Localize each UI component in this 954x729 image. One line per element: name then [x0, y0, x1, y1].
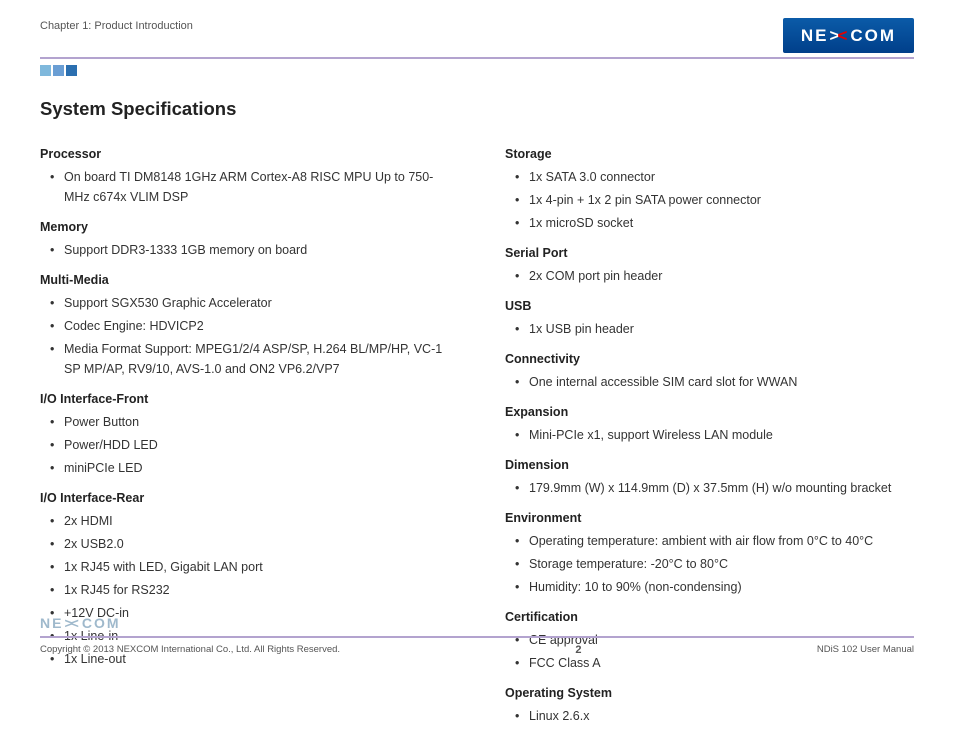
page-footer: NE >< COM Copyright © 2013 NEXCOM Intern…	[40, 612, 914, 660]
footer-separator	[40, 636, 914, 638]
list-item: 179.9mm (W) x 114.9mm (D) x 37.5mm (H) w…	[519, 478, 914, 498]
section-heading: Operating System	[505, 683, 914, 703]
list-item: 1x USB pin header	[519, 319, 914, 339]
copyright-text: Copyright © 2013 NEXCOM International Co…	[40, 642, 340, 660]
section-heading: Memory	[40, 217, 449, 237]
list-item: Power Button	[54, 412, 449, 432]
spec-list: 2x COM port pin header	[505, 266, 914, 286]
list-item: On board TI DM8148 1GHz ARM Cortex-A8 RI…	[54, 167, 449, 207]
list-item: One internal accessible SIM card slot fo…	[519, 372, 914, 392]
footer-decorative-squares	[883, 625, 914, 634]
section-heading: Environment	[505, 508, 914, 528]
page-header: Chapter 1: Product Introduction NE >< CO…	[40, 18, 914, 53]
header-separator	[40, 57, 914, 59]
list-item: 2x COM port pin header	[519, 266, 914, 286]
section-heading: Connectivity	[505, 349, 914, 369]
square-icon	[40, 65, 51, 76]
list-item: Mini-PCIe x1, support Wireless LAN modul…	[519, 425, 914, 445]
logo-right: COM	[850, 22, 896, 49]
section-heading: I/O Interface-Front	[40, 389, 449, 409]
logo-x-icon: ><	[829, 22, 849, 49]
spec-list: Support DDR3-1333 1GB memory on board	[40, 240, 449, 260]
section-heading: Storage	[505, 144, 914, 164]
list-item: 1x SATA 3.0 connector	[519, 167, 914, 187]
footer-logo-right: COM	[82, 612, 121, 634]
spec-list: Operating temperature: ambient with air …	[505, 531, 914, 597]
section-heading: Dimension	[505, 455, 914, 475]
page-number: 2	[575, 642, 581, 660]
footer-brand-row: NE >< COM	[40, 612, 914, 634]
section-heading: USB	[505, 296, 914, 316]
spec-list: 179.9mm (W) x 114.9mm (D) x 37.5mm (H) w…	[505, 478, 914, 498]
square-icon	[53, 65, 64, 76]
list-item: 2x USB2.0	[54, 534, 449, 554]
list-item: Linux 2.6.x	[519, 706, 914, 726]
list-item: Humidity: 10 to 90% (non-condensing)	[519, 577, 914, 597]
section-heading: Processor	[40, 144, 449, 164]
list-item: Support SGX530 Graphic Accelerator	[54, 293, 449, 313]
list-item: Storage temperature: -20°C to 80°C	[519, 554, 914, 574]
page-title: System Specifications	[40, 94, 914, 124]
list-item: 1x RJ45 with LED, Gigabit LAN port	[54, 557, 449, 577]
list-item: Operating temperature: ambient with air …	[519, 531, 914, 551]
spec-list: On board TI DM8148 1GHz ARM Cortex-A8 RI…	[40, 167, 449, 207]
logo-text: NE >< COM	[801, 22, 896, 49]
list-item: Codec Engine: HDVICP2	[54, 316, 449, 336]
section-heading: I/O Interface-Rear	[40, 488, 449, 508]
list-item: Support DDR3-1333 1GB memory on board	[54, 240, 449, 260]
decorative-squares	[40, 65, 914, 76]
nexcom-logo: NE >< COM	[783, 18, 914, 53]
square-icon	[894, 625, 903, 634]
section-heading: Serial Port	[505, 243, 914, 263]
logo-x-icon: ><	[64, 612, 80, 634]
logo-left: NE	[801, 22, 829, 49]
list-item: 2x HDMI	[54, 511, 449, 531]
list-item: miniPCIe LED	[54, 458, 449, 478]
footer-line: Copyright © 2013 NEXCOM International Co…	[40, 642, 914, 660]
spec-list: Power Button Power/HDD LED miniPCIe LED	[40, 412, 449, 478]
list-item: 1x 4-pin + 1x 2 pin SATA power connector	[519, 190, 914, 210]
spec-list: Linux 2.6.x	[505, 706, 914, 726]
square-icon	[883, 625, 892, 634]
footer-logo: NE >< COM	[40, 612, 121, 634]
spec-list: Mini-PCIe x1, support Wireless LAN modul…	[505, 425, 914, 445]
list-item: Power/HDD LED	[54, 435, 449, 455]
list-item: Media Format Support: MPEG1/2/4 ASP/SP, …	[54, 339, 449, 379]
spec-list: Support SGX530 Graphic Accelerator Codec …	[40, 293, 449, 379]
spec-list: 1x USB pin header	[505, 319, 914, 339]
spec-list: 1x SATA 3.0 connector 1x 4-pin + 1x 2 pin…	[505, 167, 914, 233]
section-heading: Multi-Media	[40, 270, 449, 290]
document-name: NDiS 102 User Manual	[817, 642, 914, 660]
square-icon	[905, 625, 914, 634]
section-heading: Expansion	[505, 402, 914, 422]
spec-list: One internal accessible SIM card slot fo…	[505, 372, 914, 392]
footer-logo-left: NE	[40, 612, 63, 634]
square-icon	[66, 65, 77, 76]
list-item: 1x RJ45 for RS232	[54, 580, 449, 600]
chapter-label: Chapter 1: Product Introduction	[40, 18, 193, 36]
list-item: 1x microSD socket	[519, 213, 914, 233]
